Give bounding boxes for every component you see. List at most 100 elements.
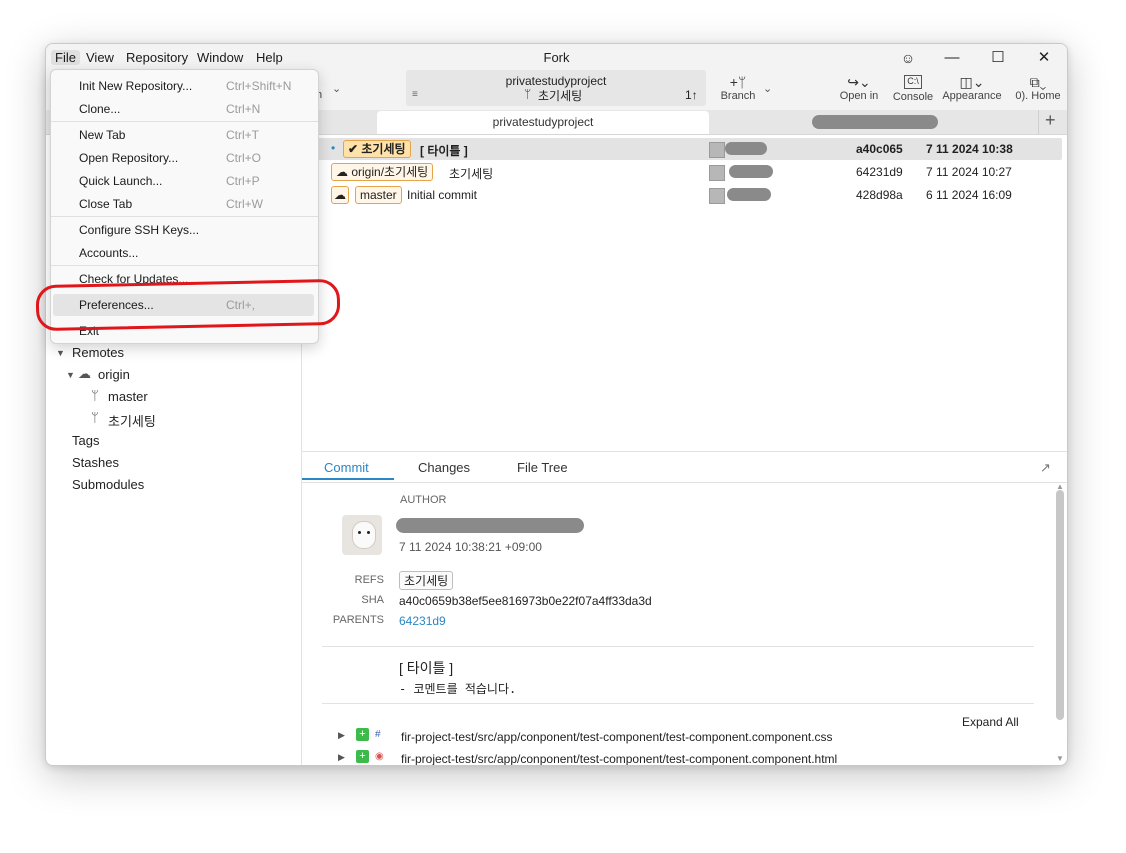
commit-date: 7 11 2024 10:38 [926,142,1013,156]
file-path[interactable]: fir-project-test/src/app/conponent/test-… [401,752,837,765]
avatar-eye [358,531,361,534]
menu-separator [51,265,318,266]
commit-row[interactable]: ☁ master Initial commit 428d98a 6 11 202… [303,184,1062,206]
sidebar-stashes[interactable]: Stashes [72,455,119,470]
menu-new-tab[interactable]: New Tab Ctrl+T [51,124,318,146]
branch-button[interactable]: +ᛘ Branch [716,74,760,102]
commit-date: 6 11 2024 16:09 [926,188,1012,202]
menu-clone[interactable]: Clone... Ctrl+N [51,98,318,120]
branch-button-label: Branch [720,90,756,102]
menu-item-shortcut: Ctrl+N [226,102,261,116]
menu-item-shortcut: Ctrl+O [226,151,262,165]
ref-badge-origin[interactable]: ☁ origin/초기세팅 [331,163,434,181]
layout-icon: ◫⌄ [959,74,985,90]
head-dot-icon: • [331,141,336,155]
open-in-label: Open in [839,90,879,102]
sidebar-remotes[interactable]: Remotes [72,345,124,360]
console-button[interactable]: C:\ Console [890,74,936,103]
menu-item-shortcut: Ctrl+P [226,174,260,188]
parent-link[interactable]: 64231d9 [399,614,446,628]
sidebar-branch-master[interactable]: master [108,389,148,404]
commit-row[interactable]: ☁ origin/초기세팅 초기세팅 64231d9 7 11 2024 10:… [303,161,1062,183]
open-in-button[interactable]: ↪⌄ Open in [836,74,882,102]
appearance-button[interactable]: ◫⌄ Appearance [942,74,1002,102]
commit-sha: 428d98a [856,188,903,202]
divider [322,703,1034,704]
redacted-author-name [396,518,584,533]
menu-configure-ssh-keys[interactable]: Configure SSH Keys... [51,219,318,241]
close-button[interactable]: ✕ [1024,46,1064,70]
console-icon: C:\ [904,75,922,89]
menu-item-label: Configure SSH Keys... [79,223,200,237]
branch-icon: ᛘ [91,388,99,403]
expand-all-button[interactable]: Expand All [962,715,1019,729]
message-title: [ 타이틀 ] [399,660,454,676]
redacted-tab[interactable] [812,115,938,129]
expand-arrow-icon[interactable]: ▶ [338,752,345,763]
redacted-author [729,165,773,178]
open-external-icon[interactable]: ↗ [1040,460,1051,476]
menu-item-label: Close Tab [79,197,133,211]
collapse-arrow-icon[interactable]: ▼ [56,348,65,358]
menu-item-label: New Tab [79,128,126,142]
menu-item-shortcut: Ctrl+Shift+N [226,79,292,93]
commit-date: 7 11 2024 10:27 [926,165,1012,179]
scroll-down-arrow[interactable]: ▼ [1056,754,1064,763]
expand-arrow-icon[interactable]: ▶ [338,730,345,741]
author-label: AUTHOR [400,494,447,506]
commit-message: Initial commit [407,188,478,202]
menu-item-label: Open Repository... [79,151,179,165]
parents-label: PARENTS [332,614,384,626]
author-avatar [342,515,382,555]
message-body: - 코멘트를 적습니다. [399,682,517,696]
sha-value[interactable]: a40c0659b38ef5ee816973b0e22f07a4ff33da3d [399,594,652,608]
sidebar-submodules[interactable]: Submodules [72,477,144,492]
repo-name: privatestudyproject [505,74,607,88]
commit-message: [ 타이틀 ] [420,144,468,158]
detail-tabs: Commit Changes File Tree ↗ [302,451,1067,483]
tab-divider [1038,110,1039,134]
home-button[interactable]: ⧉⌄ 0). Home [1010,74,1066,102]
refs-badge[interactable]: 초기세팅 [399,571,454,590]
scrollbar[interactable] [1056,490,1064,720]
chevron-down-icon[interactable]: ⌄ [332,82,341,95]
repository-selector[interactable]: privatestudyproject ᛘ 초기세팅 ≡ 1↑ [406,70,706,106]
sidebar-branch-setup[interactable]: 초기세팅 [108,411,156,430]
tab-privatestudyproject[interactable]: privatestudyproject [377,111,709,134]
commit-message: 초기세팅 [449,167,494,181]
sidebar-origin[interactable]: origin [98,367,130,382]
menu-accounts[interactable]: Accounts... [51,242,318,264]
ref-badge-head[interactable]: ✔ 초기세팅 [343,140,411,158]
menu-item-shortcut: Ctrl+W [226,197,263,211]
chevron-down-icon[interactable]: ⌄ [763,82,772,95]
title-bar: File View Repository Window Help Fork ☺ … [46,44,1067,72]
menu-item-label: Accounts... [79,246,139,260]
menu-quick-launch[interactable]: Quick Launch... Ctrl+P [51,170,318,192]
feedback-smiley-icon[interactable]: ☺ [888,46,928,70]
sha-label: SHA [361,594,384,606]
menu-init-new-repository[interactable]: Init New Repository... Ctrl+Shift+N [51,75,318,97]
tab-changes[interactable]: Changes [418,460,470,475]
added-file-icon: + [356,728,369,741]
collapse-arrow-icon[interactable]: ▼ [66,370,75,380]
maximize-button[interactable]: ☐ [978,46,1018,70]
menu-separator [51,121,318,122]
sidebar-tags[interactable]: Tags [72,433,99,448]
tab-file-tree[interactable]: File Tree [517,460,568,475]
commit-row[interactable]: • ✔ 초기세팅 [ 타이틀 ] a40c065 7 11 2024 10:38 [303,138,1062,160]
ref-badge-master[interactable]: master [355,186,402,204]
tab-commit[interactable]: Commit [324,460,369,475]
windows-icon: ⧉⌄ [1029,74,1047,90]
divider [322,646,1034,647]
commit-sha: a40c065 [856,142,903,156]
file-path[interactable]: fir-project-test/src/app/conponent/test-… [401,730,833,744]
ref-label: 초기세팅 [361,142,406,156]
menu-open-repository[interactable]: Open Repository... Ctrl+O [51,147,318,169]
minimize-button[interactable]: — [932,46,972,70]
appearance-label: Appearance [942,90,1002,102]
open-in-arrow-icon: ↪⌄ [847,74,871,90]
add-tab-button[interactable]: + [1045,110,1056,131]
cloud-icon: ☁ [78,366,91,381]
menu-close-tab[interactable]: Close Tab Ctrl+W [51,193,318,215]
red-highlight-annotation [35,278,341,332]
